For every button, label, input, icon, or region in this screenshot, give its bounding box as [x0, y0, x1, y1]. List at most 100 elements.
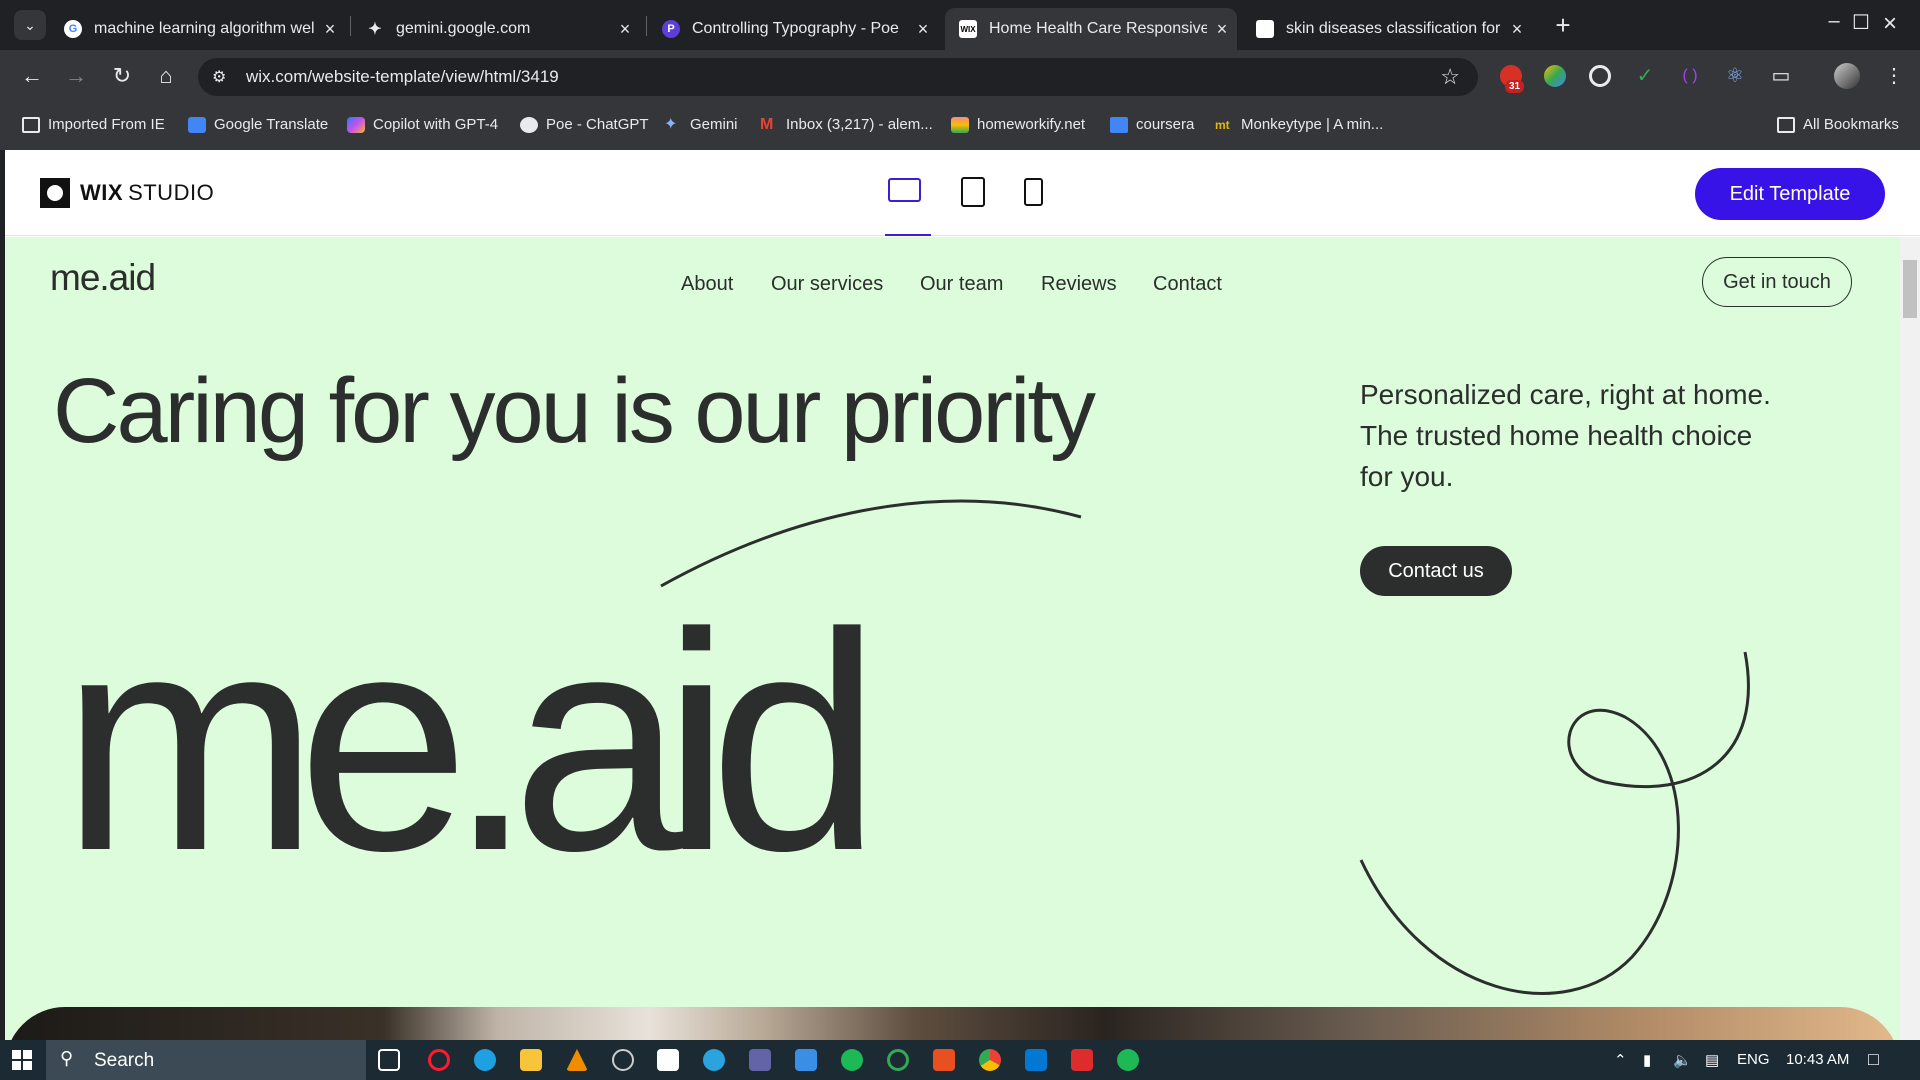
tab-separator [350, 16, 351, 36]
tab-search-button[interactable]: ⌄ [14, 10, 46, 40]
vscode-icon[interactable] [1025, 1049, 1047, 1071]
vlc-icon[interactable] [566, 1049, 588, 1071]
close-window-button[interactable]: × [1862, 10, 1918, 38]
tab-machine-learning[interactable]: G machine learning algorithm wel × [50, 8, 345, 50]
poe-icon: P [662, 20, 680, 38]
hero-photo [5, 1007, 1900, 1040]
new-tab-button[interactable]: + [1548, 10, 1578, 41]
gemini-icon: ✦ [664, 115, 678, 133]
wix-logo-icon [40, 178, 70, 208]
copilot-icon [347, 116, 365, 133]
bookmark-poe[interactable]: Poe - ChatGPT [520, 116, 649, 133]
wix-studio-logo[interactable]: WIX STUDIO [40, 178, 214, 208]
address-bar[interactable]: ⚙ wix.com/website-template/view/html/341… [198, 58, 1478, 96]
bookmarks-bar: Imported From IE Google Translate Copilo… [0, 100, 1920, 150]
react-icon[interactable]: ⚛ [1724, 65, 1746, 87]
battery-icon[interactable]: ▮ [1643, 1051, 1651, 1069]
doc-icon [1256, 20, 1274, 38]
taskbar-search[interactable]: ⚲ Search [46, 1040, 366, 1080]
windows-start-icon[interactable] [12, 1050, 32, 1070]
extension-icon[interactable] [1589, 65, 1611, 87]
selected-view-indicator [885, 234, 931, 236]
notifications-icon[interactable]: □ [1868, 1049, 1879, 1070]
task-view-icon[interactable] [378, 1049, 400, 1071]
all-bookmarks[interactable]: All Bookmarks [1777, 116, 1899, 133]
google-icon: G [64, 20, 82, 38]
refresh-app-icon[interactable] [887, 1049, 909, 1071]
big-brand-logo: me.aid [61, 568, 881, 915]
bookmark-star-icon[interactable]: ☆ [1440, 64, 1460, 90]
volume-icon[interactable]: 🔈 [1673, 1051, 1692, 1069]
extension-badge: 31 [1505, 80, 1525, 93]
bookmark-homeworkify[interactable]: homeworkify.net [951, 116, 1085, 133]
folder-icon [1777, 116, 1795, 133]
desktop-view-icon[interactable] [888, 178, 921, 202]
store-icon[interactable] [657, 1049, 679, 1071]
site-preview: me.aid About Our services Our team Revie… [5, 237, 1900, 1040]
monkeytype-icon: mt [1215, 117, 1230, 132]
extension-icon[interactable] [1544, 65, 1566, 87]
network-app-icon[interactable] [795, 1049, 817, 1071]
gmail-icon: M [760, 115, 774, 133]
tab-gemini[interactable]: ✦ gemini.google.com × [352, 8, 640, 50]
books-icon [951, 116, 969, 133]
docs-icon [1110, 116, 1128, 133]
spotify-icon[interactable] [841, 1049, 863, 1071]
network-icon[interactable]: ▤ [1705, 1051, 1719, 1069]
loop-curve [1359, 651, 1750, 995]
close-icon[interactable]: × [610, 19, 640, 40]
scrollbar[interactable] [1900, 237, 1920, 1040]
profile-avatar[interactable] [1834, 63, 1860, 89]
close-icon[interactable]: × [908, 19, 938, 40]
close-icon[interactable]: × [1502, 19, 1532, 40]
search-icon: ⚲ [60, 1048, 74, 1068]
gemini-icon: ✦ [368, 21, 382, 38]
telegram-icon[interactable] [703, 1049, 725, 1071]
bookmark-monkeytype[interactable]: mt Monkeytype | A min... [1215, 116, 1383, 133]
bookmark-gemini[interactable]: ✦ Gemini [664, 116, 738, 133]
tab-home-health-care[interactable]: WIX Home Health Care Responsive T × [945, 8, 1237, 50]
edit-template-button[interactable]: Edit Template [1695, 168, 1885, 220]
taskbar: ⚲ Search ⌃ ▮ 🔈 ▤ ENG 10:43 AM □ [0, 1040, 1920, 1080]
tab-separator [646, 16, 647, 36]
bookmark-gmail[interactable]: M Inbox (3,217) - alem... [760, 116, 933, 133]
clock[interactable]: 10:43 AM [1786, 1051, 1849, 1068]
url-text[interactable]: wix.com/website-template/view/html/3419 [246, 67, 559, 87]
opera-icon[interactable] [428, 1049, 450, 1071]
reload-icon[interactable]: ↻ [108, 62, 136, 90]
wix-preview-bar: WIX STUDIO Edit Template [5, 150, 1920, 236]
file-explorer-icon[interactable] [520, 1049, 542, 1071]
check-extension-icon[interactable]: ✓ [1634, 65, 1656, 87]
media-player-icon[interactable] [612, 1049, 634, 1071]
spotify-icon[interactable] [1117, 1049, 1139, 1071]
bookmark-coursera[interactable]: coursera [1110, 116, 1194, 133]
bookmark-copilot[interactable]: Copilot with GPT-4 [347, 116, 498, 133]
forward-icon[interactable]: → [62, 62, 90, 90]
wix-icon: WIX [959, 20, 977, 38]
close-icon[interactable]: × [315, 19, 345, 40]
bookmark-google-translate[interactable]: Google Translate [188, 116, 328, 133]
mobile-view-icon[interactable] [1024, 178, 1043, 206]
chrome-icon[interactable] [979, 1049, 1001, 1071]
back-icon[interactable]: ← [18, 62, 46, 90]
bookmark-imported-from-ie[interactable]: Imported From IE [22, 116, 165, 133]
folder-icon [22, 116, 40, 133]
tablet-view-icon[interactable] [961, 177, 985, 207]
close-icon[interactable]: × [1207, 19, 1237, 40]
browser-toolbar: ← → ↻ ⌂ ⚙ wix.com/website-template/view/… [0, 50, 1920, 100]
menu-kebab-icon[interactable]: ⋮ [1880, 62, 1908, 90]
teams-icon[interactable] [749, 1049, 771, 1071]
extension-icon[interactable]: ( ) [1679, 65, 1701, 87]
language-indicator[interactable]: ENG [1737, 1051, 1770, 1068]
home-icon[interactable]: ⌂ [152, 62, 180, 90]
edge-icon[interactable] [474, 1049, 496, 1071]
wps-icon[interactable] [933, 1049, 955, 1071]
scrollbar-thumb[interactable] [1903, 260, 1917, 318]
site-info-icon[interactable]: ⚙ [212, 67, 226, 87]
extensions-puzzle-icon[interactable]: ▭ [1770, 65, 1792, 87]
tab-skin-diseases[interactable]: skin diseases classification for a × [1242, 8, 1532, 50]
app-p-icon[interactable] [1071, 1049, 1093, 1071]
show-hidden-icons[interactable]: ⌃ [1614, 1051, 1627, 1069]
tab-poe[interactable]: P Controlling Typography - Poe × [648, 8, 938, 50]
tab-strip: ⌄ G machine learning algorithm wel × ✦ g… [0, 0, 1920, 50]
